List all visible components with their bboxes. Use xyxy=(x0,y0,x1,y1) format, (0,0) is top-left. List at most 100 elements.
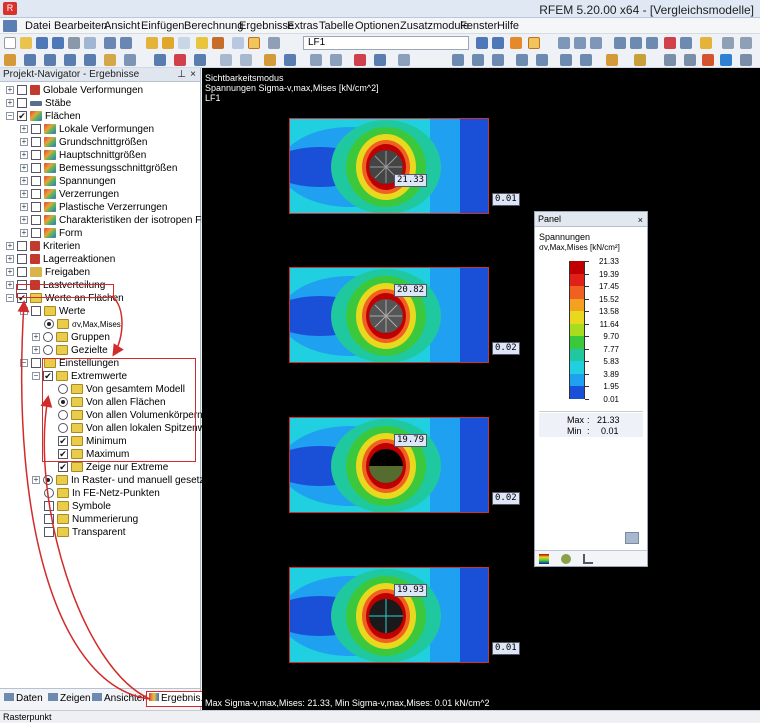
min-label: Min xyxy=(567,426,582,436)
close-icon[interactable]: × xyxy=(638,213,643,227)
workplane-icon[interactable] xyxy=(374,54,386,66)
hinge-icon[interactable] xyxy=(124,54,136,66)
min-value-label: 0.02 xyxy=(492,492,520,505)
deformation-icon[interactable] xyxy=(528,37,540,49)
member-icon[interactable] xyxy=(44,54,56,66)
section-icon[interactable] xyxy=(240,54,252,66)
legend-value: 13.58 xyxy=(598,307,619,316)
print-icon[interactable] xyxy=(68,37,80,49)
min-value-label: 0.01 xyxy=(492,642,520,655)
stack-icon[interactable] xyxy=(684,54,696,66)
diagram-icon[interactable] xyxy=(583,554,593,564)
panel-settings-icon[interactable] xyxy=(625,532,639,544)
legend-swatch xyxy=(569,323,585,336)
wireframe-icon[interactable] xyxy=(722,37,734,49)
menu-tabelle[interactable]: Tabelle xyxy=(319,20,354,32)
previous-case-icon[interactable] xyxy=(476,37,488,49)
pan-icon[interactable] xyxy=(472,54,484,66)
coordinate-icon[interactable] xyxy=(398,54,410,66)
menu-zusatzmodule[interactable]: Zusatzmodule xyxy=(400,20,469,32)
line-icon[interactable] xyxy=(24,54,36,66)
surface-icon[interactable] xyxy=(64,54,76,66)
results-on-icon[interactable] xyxy=(196,37,208,49)
scale-icon[interactable] xyxy=(536,54,548,66)
divide-icon[interactable] xyxy=(560,54,572,66)
render-icon[interactable] xyxy=(700,37,712,49)
menu-extras[interactable]: Extras xyxy=(287,20,318,32)
menu-bearbeiten[interactable]: Bearbeiten xyxy=(54,20,107,32)
save-all-icon[interactable] xyxy=(52,37,64,49)
redo-icon[interactable] xyxy=(120,37,132,49)
surface-plot-2[interactable]: 20.82 0.02 xyxy=(289,267,520,363)
comment-icon[interactable] xyxy=(284,54,296,66)
next-case-icon[interactable] xyxy=(492,37,504,49)
max-value-label: 21.33 xyxy=(394,174,428,187)
window-icon[interactable] xyxy=(268,37,280,49)
graphic-view[interactable]: Sichtbarkeitsmodus Spannungen Sigma-v,ma… xyxy=(202,68,760,710)
new-file-icon[interactable] xyxy=(4,37,16,49)
max-value: 21.33 xyxy=(597,415,620,425)
view-x-icon[interactable] xyxy=(574,37,586,49)
menu-optionen[interactable]: Optionen xyxy=(355,20,400,32)
load-icon[interactable] xyxy=(154,54,166,66)
menu-einfuegen[interactable]: Einfügen xyxy=(141,20,184,32)
member-load-icon[interactable] xyxy=(174,54,186,66)
menu-hilfe[interactable]: Hilfe xyxy=(497,20,519,32)
dimension-icon[interactable] xyxy=(264,54,276,66)
lines-icon[interactable] xyxy=(664,54,676,66)
select-icon[interactable] xyxy=(664,37,676,49)
undo-icon[interactable] xyxy=(104,37,116,49)
surface-plot-3[interactable]: 19.79 0.02 xyxy=(289,417,520,513)
table-icon[interactable] xyxy=(232,37,244,49)
surface-plot-1[interactable]: 21.33 0.01 xyxy=(289,118,520,214)
rotate-view-icon[interactable] xyxy=(452,54,464,66)
move-icon[interactable] xyxy=(680,37,692,49)
surface-plot-4[interactable]: 19.93 0.01 xyxy=(289,567,520,663)
mesh-icon[interactable] xyxy=(310,54,322,66)
legend-tick xyxy=(585,273,589,275)
rotate-icon[interactable] xyxy=(646,37,658,49)
node-icon[interactable] xyxy=(4,54,16,66)
menu-berechnung[interactable]: Berechnung xyxy=(184,20,243,32)
display-icon[interactable] xyxy=(720,54,732,66)
open-folder-icon[interactable] xyxy=(20,37,32,49)
surface-load-icon[interactable] xyxy=(194,54,206,66)
color-scale-icon[interactable] xyxy=(702,54,714,66)
result-panel: Panel × Spannungen σv,Max,Mises [kN/cm²]… xyxy=(534,211,648,567)
calculate-all-icon[interactable] xyxy=(162,37,174,49)
snap-icon[interactable] xyxy=(354,54,366,66)
solid-icon[interactable] xyxy=(740,37,752,49)
results-icon[interactable] xyxy=(178,37,190,49)
support-icon[interactable] xyxy=(104,54,116,66)
zoom-all-icon[interactable] xyxy=(614,37,626,49)
solid-element-icon[interactable] xyxy=(84,54,96,66)
menu-ergebnisse[interactable]: Ergebnisse xyxy=(239,20,294,32)
calculate-icon[interactable] xyxy=(146,37,158,49)
mirror-icon[interactable] xyxy=(516,54,528,66)
view-y-icon[interactable] xyxy=(590,37,602,49)
panel-icon[interactable] xyxy=(248,37,260,49)
view-iso-icon[interactable] xyxy=(558,37,570,49)
measure-icon[interactable] xyxy=(220,54,232,66)
filter-icon[interactable] xyxy=(561,554,571,564)
color-scale-icon[interactable] xyxy=(539,554,549,564)
document-menu-icon[interactable] xyxy=(3,20,17,32)
results-values-icon[interactable] xyxy=(212,37,224,49)
edit-icon[interactable] xyxy=(634,54,646,66)
save-icon[interactable] xyxy=(36,37,48,49)
load-case-select[interactable]: LF1 xyxy=(303,36,469,50)
legend-tick xyxy=(585,311,589,312)
menu-datei[interactable]: Datei xyxy=(25,20,51,32)
connect-icon[interactable] xyxy=(580,54,592,66)
zoom-window-icon[interactable] xyxy=(630,37,642,49)
view-mode-label: Sichtbarkeitsmodus xyxy=(205,73,284,83)
grid-icon[interactable] xyxy=(330,54,342,66)
copy-icon[interactable] xyxy=(492,54,504,66)
min-value-label: 0.01 xyxy=(492,193,520,206)
filter-icon[interactable] xyxy=(606,54,618,66)
options-icon[interactable] xyxy=(740,54,752,66)
print-report-icon[interactable] xyxy=(84,37,96,49)
animation-icon[interactable] xyxy=(510,37,522,49)
menu-ansicht[interactable]: Ansicht xyxy=(104,20,140,32)
menu-fenster[interactable]: Fenster xyxy=(460,20,497,32)
